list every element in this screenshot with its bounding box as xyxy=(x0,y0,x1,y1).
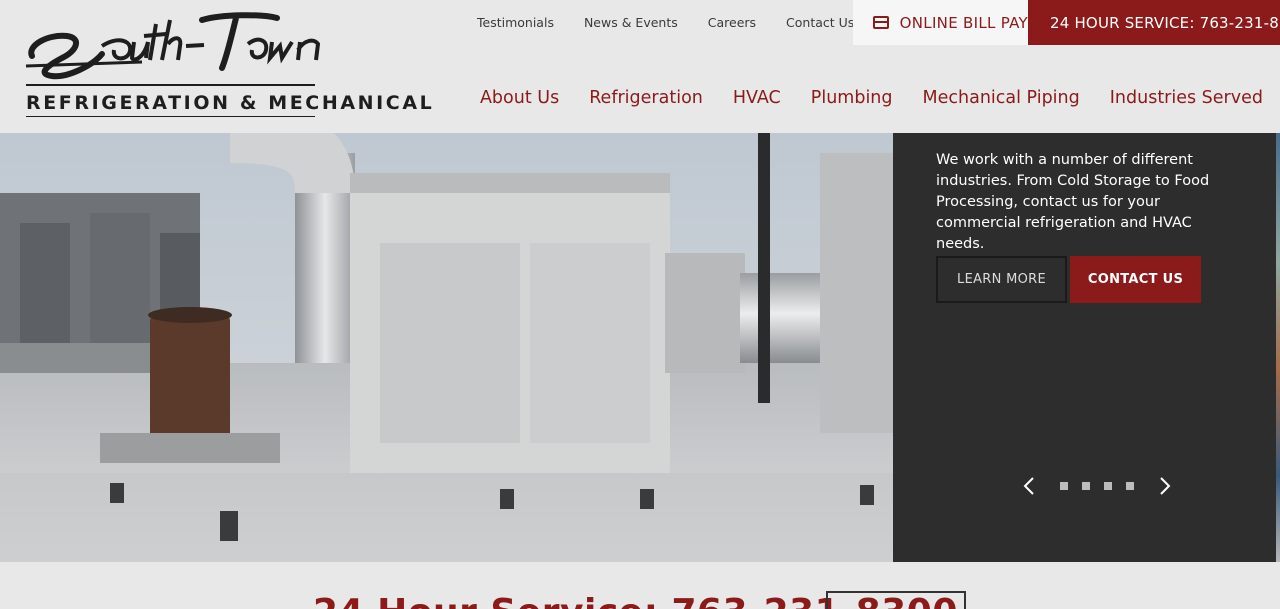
site-logo[interactable]: REFRIGERATION & MECHANICAL xyxy=(22,6,432,117)
service-phone-label: 24 HOUR SERVICE: 763-231-8300 xyxy=(1050,13,1280,32)
utility-nav: Testimonials News & Events Careers Conta… xyxy=(462,0,869,45)
slider-next-arrow[interactable] xyxy=(1153,473,1177,499)
nav-mechanical-piping[interactable]: Mechanical Piping xyxy=(923,88,1080,108)
hero-description: We work with a number of different indus… xyxy=(936,152,1210,252)
site-header: REFRIGERATION & MECHANICAL Testimonials … xyxy=(0,0,1280,133)
credit-card-icon xyxy=(873,16,889,29)
slider-dot-4[interactable] xyxy=(1126,482,1134,490)
nav-industries-served[interactable]: Industries Served xyxy=(1110,88,1263,108)
slider-controls xyxy=(1017,473,1177,499)
service-phone-button[interactable]: 24 HOUR SERVICE: 763-231-8300 xyxy=(1028,0,1280,45)
logo-rule xyxy=(26,84,315,86)
util-link-news-events[interactable]: News & Events xyxy=(584,15,678,30)
chevron-left-icon xyxy=(1023,477,1034,495)
nav-plumbing[interactable]: Plumbing xyxy=(811,88,893,108)
chevron-right-icon xyxy=(1160,477,1171,495)
slider-prev-arrow[interactable] xyxy=(1017,473,1041,499)
logo-underline xyxy=(26,116,315,117)
next-slide-peek xyxy=(1276,133,1280,562)
util-link-testimonials[interactable]: Testimonials xyxy=(477,15,554,30)
nav-refrigeration[interactable]: Refrigeration xyxy=(589,88,703,108)
contact-us-button[interactable]: CONTACT US xyxy=(1070,256,1201,303)
slider-dot-1[interactable] xyxy=(1060,482,1068,490)
page: REFRIGERATION & MECHANICAL Testimonials … xyxy=(0,0,1280,609)
hero-slider: We work with a number of different indus… xyxy=(0,133,1280,562)
learn-more-button[interactable]: LEARN MORE xyxy=(936,256,1067,303)
util-link-careers[interactable]: Careers xyxy=(708,15,756,30)
util-link-contact-us[interactable]: Contact Us xyxy=(786,15,854,30)
nav-hvac[interactable]: HVAC xyxy=(733,88,781,108)
online-bill-pay-button[interactable]: ONLINE BILL PAY xyxy=(853,0,1028,45)
nav-about-us[interactable]: About Us xyxy=(480,88,559,108)
service-teaser-section: 24 Hour Service: 763-231-8300 xyxy=(0,562,1280,609)
slider-dots xyxy=(1053,482,1141,490)
bill-pay-label: ONLINE BILL PAY xyxy=(899,13,1028,32)
slider-dot-3[interactable] xyxy=(1104,482,1112,490)
logo-script-graphic xyxy=(25,12,321,80)
teaser-button-outline[interactable] xyxy=(826,591,966,609)
hero-text-panel: We work with a number of different indus… xyxy=(893,133,1276,562)
logo-tagline: REFRIGERATION & MECHANICAL xyxy=(26,92,435,114)
main-nav: About Us Refrigeration HVAC Plumbing Mec… xyxy=(465,76,1278,120)
slider-dot-2[interactable] xyxy=(1082,482,1090,490)
